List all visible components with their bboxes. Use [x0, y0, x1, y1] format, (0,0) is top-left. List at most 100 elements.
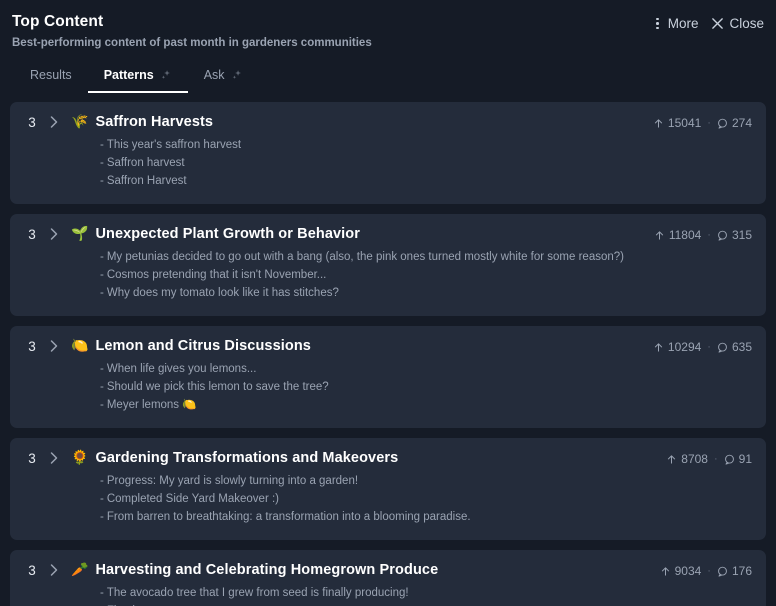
post-count: 3 [28, 338, 36, 354]
post-count: 3 [28, 562, 36, 578]
chevron-right-icon[interactable] [46, 562, 62, 578]
more-vertical-icon [653, 17, 663, 30]
carrot-emoji: 🥕 [71, 562, 89, 578]
card-main: 3 🍋 Lemon and Citrus Discussions - When l… [22, 338, 653, 414]
comment-count: 91 [738, 452, 752, 466]
content-card[interactable]: 3 🌱 Unexpected Plant Growth or Behavior … [10, 214, 766, 316]
bullet-text: My petunias decided to go out with a ban… [106, 251, 624, 263]
bullet-dash: - [100, 139, 104, 151]
bullet-dash: - [100, 157, 104, 169]
upvote-count: 8708 [681, 452, 708, 466]
list-item: - Should we pick this lemon to save the t… [100, 378, 653, 396]
more-button-label: More [667, 16, 699, 31]
list-item: - When life gives you lemons... [100, 360, 653, 378]
bullet-list: - Progress: My yard is slowly turning int… [22, 472, 666, 526]
bullet-list: - When life gives you lemons... - Should w… [22, 360, 653, 414]
sparkle-icon [161, 70, 170, 79]
card-main: 3 🥕 Harvesting and Celebrating Homegrown… [22, 562, 660, 606]
bullet-dash: - [100, 175, 104, 187]
metric-separator: · [713, 453, 718, 465]
metric-separator: · [707, 229, 711, 241]
comment-count: 176 [731, 564, 752, 578]
topic-title: Gardening Transformations and Makeovers [95, 450, 399, 466]
bullet-text: Saffron harvest [106, 157, 185, 169]
upvote-arrow-icon [661, 566, 669, 576]
bullet-dash: - [100, 251, 104, 263]
list-item: - Completed Side Yard Makeover :) [100, 490, 666, 508]
bullet-text: Should we pick this lemon to save the tr… [106, 381, 329, 393]
content-card[interactable]: 3 🌻 Gardening Transformations and Makeov… [10, 438, 766, 540]
content-card[interactable]: 3 🌾 Saffron Harvests - This year's saffro… [10, 102, 766, 204]
tab-results-label: Results [30, 68, 72, 82]
bullet-list: - This year's saffron harvest - Saffron ha… [22, 136, 653, 190]
bullet-dash: - [100, 287, 104, 299]
card-metrics: 15041 · 274 [653, 114, 752, 130]
list-item: - This year's saffron harvest [100, 136, 653, 154]
content-card[interactable]: 3 🥕 Harvesting and Celebrating Homegrown… [10, 550, 766, 606]
topic-title: Saffron Harvests [95, 114, 214, 130]
bullet-text: Cosmos pretending that it isn't November… [106, 269, 327, 281]
comment-count: 635 [731, 340, 752, 354]
bullet-text: Completed Side Yard Makeover :) [106, 493, 280, 505]
list-item: - Cosmos pretending that it isn't Novembe… [100, 266, 654, 284]
comment-metric: 315 [717, 228, 752, 242]
chevron-right-icon[interactable] [46, 114, 62, 130]
upvote-metric: 11804 [654, 228, 701, 242]
bullet-dash: - [100, 381, 104, 393]
bullet-text: From barren to breathtaking: a transform… [106, 511, 471, 523]
bullet-text: When life gives you lemons... [106, 363, 257, 375]
bullet-dash: - [100, 269, 104, 281]
tab-patterns-label: Patterns [103, 68, 154, 82]
content-list[interactable]: 3 🌾 Saffron Harvests - This year's saffro… [0, 93, 776, 606]
seedling-emoji: 🌱 [71, 226, 89, 242]
sunflower-emoji: 🌻 [71, 450, 89, 466]
comment-count: 274 [731, 116, 752, 130]
bullet-text: Progress: My yard is slowly turning into… [106, 475, 359, 487]
content-card[interactable]: 3 🍋 Lemon and Citrus Discussions - When l… [10, 326, 766, 428]
comment-bubble-icon [724, 454, 734, 465]
list-item: - From barren to breathtaking: a transfor… [100, 508, 666, 526]
comment-bubble-icon [718, 342, 727, 353]
close-button-label: Close [729, 16, 764, 31]
chevron-right-icon[interactable] [46, 450, 62, 466]
close-button[interactable]: Close [711, 16, 764, 31]
tab-bar: Results Patterns Ask [12, 64, 764, 93]
upvote-arrow-icon [668, 454, 676, 464]
card-header-row: 3 🥕 Harvesting and Celebrating Homegrown… [22, 562, 660, 578]
card-metrics: 8708 · 91 [666, 450, 752, 466]
more-button[interactable]: More [653, 16, 699, 31]
tab-patterns[interactable]: Patterns [87, 64, 188, 93]
bullet-list: - The avocado tree that I grew from seed … [22, 584, 660, 606]
card-header-row: 3 🌱 Unexpected Plant Growth or Behavior [22, 226, 654, 242]
upvote-arrow-icon [654, 342, 663, 352]
topic-title: Unexpected Plant Growth or Behavior [95, 226, 360, 242]
upvote-metric: 10294 [653, 340, 701, 354]
card-header-row: 3 🍋 Lemon and Citrus Discussions [22, 338, 653, 354]
list-item: - Meyer lemons 🍋 [100, 396, 653, 414]
bullet-dash: - [100, 587, 104, 599]
sparkle-icon [232, 70, 241, 79]
close-icon [712, 18, 724, 29]
list-item: - Saffron Harvest [100, 172, 653, 190]
page-title: Top Content [12, 13, 104, 30]
list-item: - Why does my tomato look like it has sti… [100, 284, 654, 302]
comment-metric: 176 [717, 564, 752, 578]
card-main: 3 🌾 Saffron Harvests - This year's saffro… [22, 114, 653, 190]
bullet-dash: - [100, 475, 104, 487]
panel-header: Top Content Best-performing content of p… [0, 0, 776, 93]
upvote-metric: 15041 [653, 116, 701, 130]
chevron-right-icon[interactable] [46, 226, 62, 242]
upvote-metric: 9034 [660, 564, 701, 578]
tab-ask-label: Ask [203, 68, 225, 82]
bullet-dash: - [100, 399, 104, 411]
metric-separator: · [707, 565, 711, 577]
page-subtitle: Best-performing content of past month in… [12, 37, 372, 49]
card-header-row: 3 🌻 Gardening Transformations and Makeov… [22, 450, 666, 466]
topic-title: Lemon and Citrus Discussions [95, 338, 311, 354]
chevron-right-icon[interactable] [46, 338, 62, 354]
post-count: 3 [28, 226, 36, 242]
comment-count: 315 [731, 228, 752, 242]
tab-ask[interactable]: Ask [188, 64, 259, 93]
tab-results[interactable]: Results [14, 64, 88, 93]
bullet-text: The avocado tree that I grew from seed i… [106, 587, 409, 599]
